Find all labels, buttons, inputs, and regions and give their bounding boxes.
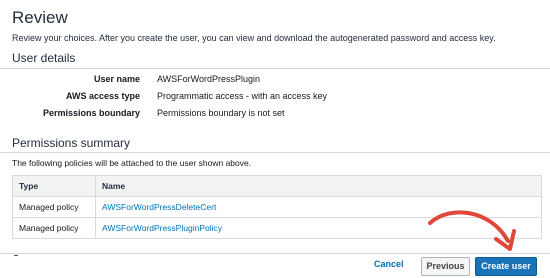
policy-type-cell: Managed policy	[12, 217, 96, 239]
red-curved-arrow-icon	[428, 210, 516, 251]
user-details-heading: User details	[12, 51, 76, 65]
detail-label: AWS access type	[65, 91, 140, 101]
detail-row-user-name: User name AWSForWordPressPlugin	[0, 74, 550, 88]
divider	[0, 152, 550, 153]
policies-note: The following policies will be attached …	[12, 158, 252, 168]
detail-value: Permissions boundary is not set	[157, 108, 285, 118]
permissions-summary-heading: Permissions summary	[12, 136, 131, 150]
policy-type-cell: Managed policy	[12, 196, 96, 218]
column-header-type: Type	[12, 175, 96, 197]
section-marker	[14, 255, 18, 256]
divider	[0, 68, 550, 69]
detail-row-access-type: AWS access type Programmatic access - wi…	[0, 91, 550, 105]
column-header-name: Name	[95, 175, 542, 197]
cancel-button[interactable]: Cancel	[374, 259, 404, 269]
table-header-row: Type Name	[12, 175, 542, 197]
detail-label: Permissions boundary	[42, 108, 140, 118]
policy-link[interactable]: AWSForWordPressDeleteCert	[102, 202, 216, 212]
detail-value: AWSForWordPressPlugin	[157, 74, 261, 84]
policy-link[interactable]: AWSForWordPressPluginPolicy	[102, 223, 222, 233]
detail-value: Programmatic access - with an access key	[157, 91, 328, 101]
detail-row-permissions-boundary: Permissions boundary Permissions boundar…	[0, 108, 550, 122]
detail-label: User name	[93, 74, 140, 84]
page-title: Review	[12, 8, 68, 27]
create-user-review-page: Review Review your choices. After you cr…	[0, 0, 550, 278]
review-intro: Review your choices. After you create th…	[12, 33, 496, 43]
